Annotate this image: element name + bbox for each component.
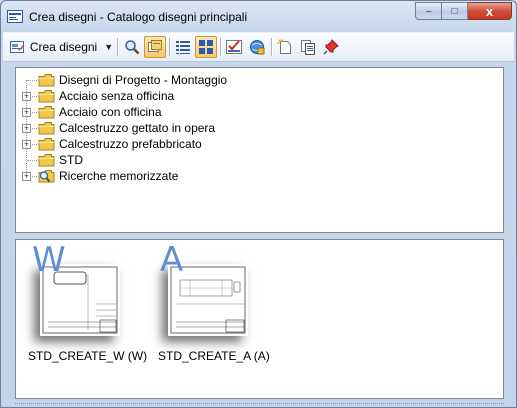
spellcheck-button[interactable] xyxy=(223,36,245,58)
search-icon xyxy=(124,39,140,55)
tree-item[interactable]: + Ricerche memorizzate xyxy=(16,168,496,184)
thumbnail-std-create-a[interactable]: A xyxy=(160,240,250,336)
folder-icon xyxy=(38,121,55,135)
expand-icon[interactable]: + xyxy=(22,140,31,149)
drawing-type-letter: A xyxy=(160,240,184,280)
thumbnail-label[interactable]: STD_CREATE_A (A) xyxy=(158,349,270,363)
expand-icon[interactable]: + xyxy=(22,92,31,101)
grid-view-button[interactable] xyxy=(195,36,217,58)
saved-search-icon xyxy=(38,169,55,183)
pin-button[interactable] xyxy=(320,36,342,58)
toolbar-separator xyxy=(220,38,221,56)
folder-icon xyxy=(38,105,55,119)
catalog-tree[interactable]: Disegni di Progetto - Montaggio + Acciaio … xyxy=(15,67,504,233)
tree-item[interactable]: Disegni di Progetto - Montaggio xyxy=(16,72,496,88)
toolbar-separator xyxy=(169,38,170,56)
window-title: Crea disegni - Catalogo disegni principa… xyxy=(29,10,248,24)
app-icon xyxy=(7,10,23,23)
folder-icon xyxy=(38,137,55,151)
list-view-icon xyxy=(175,39,191,55)
close-button[interactable]: x xyxy=(468,2,512,20)
expand-icon[interactable]: + xyxy=(22,124,31,133)
tree-item[interactable]: + Calcestruzzo gettato in opera xyxy=(16,120,496,136)
pin-icon xyxy=(323,39,339,55)
title-bar[interactable]: Crea disegni - Catalogo disegni principa… xyxy=(1,1,516,31)
list-view-button[interactable] xyxy=(172,36,194,58)
preview-icon xyxy=(147,39,163,55)
preview-button[interactable] xyxy=(144,36,166,58)
search-globe-button[interactable] xyxy=(246,36,268,58)
copy-drawing-icon xyxy=(300,39,316,55)
tree-item[interactable]: + Acciaio con officina xyxy=(16,104,496,120)
tree-connector xyxy=(27,160,37,161)
folder-icon xyxy=(38,89,55,103)
grid-view-icon xyxy=(198,39,214,55)
tree-item-label: Calcestruzzo prefabbricato xyxy=(59,137,202,151)
tree-item-label: Acciaio con officina xyxy=(59,105,162,119)
expand-icon[interactable]: + xyxy=(22,172,31,181)
tree-item-label: Acciaio senza officina xyxy=(59,89,175,103)
close-icon: x xyxy=(485,3,494,19)
toolbar-separator xyxy=(117,38,118,56)
tree-item[interactable]: + Acciaio senza officina xyxy=(16,88,496,104)
toolbar: Crea disegni ▼ xyxy=(3,32,514,62)
drawing-type-letter: W xyxy=(32,240,66,280)
tree-item[interactable]: + Calcestruzzo prefabbricato xyxy=(16,136,496,152)
thumbnail-std-create-w[interactable]: W xyxy=(32,240,122,336)
drawing-thumbnails-panel[interactable]: W STD_CREATE_W (W) A STD_CREATE_A (A) xyxy=(15,239,504,399)
thumbnail-label[interactable]: STD_CREATE_W (W) xyxy=(28,349,147,363)
expand-icon[interactable]: + xyxy=(22,108,31,117)
maximize-button[interactable]: □ xyxy=(442,2,468,20)
tree-item-label: Ricerche memorizzate xyxy=(59,169,179,183)
folder-icon xyxy=(38,153,55,167)
spellcheck-icon xyxy=(225,39,243,55)
tree-item-label: Disegni di Progetto - Montaggio xyxy=(59,73,228,87)
bottom-divider xyxy=(15,403,504,406)
tree-connector xyxy=(27,80,37,81)
minimize-icon: – xyxy=(425,5,432,17)
minimize-button[interactable]: – xyxy=(415,2,442,20)
crea-disegni-window: Crea disegni - Catalogo disegni principa… xyxy=(0,0,517,408)
search-globe-icon xyxy=(249,39,265,55)
copy-drawing-button[interactable] xyxy=(297,36,319,58)
chevron-down-icon[interactable]: ▼ xyxy=(104,42,113,52)
maximize-icon: □ xyxy=(451,5,458,17)
new-drawing-icon xyxy=(277,39,293,55)
toolbar-separator xyxy=(271,38,272,56)
tree-item-label: STD xyxy=(59,153,83,167)
folder-icon xyxy=(38,73,55,87)
tree-item[interactable]: STD xyxy=(16,152,496,168)
tree-item-label: Calcestruzzo gettato in opera xyxy=(59,121,216,135)
new-drawing-button[interactable] xyxy=(274,36,296,58)
create-drawings-label: Crea disegni xyxy=(29,40,98,54)
create-drawings-button[interactable]: Crea disegni ▼ xyxy=(7,36,115,58)
search-button[interactable] xyxy=(121,36,143,58)
create-drawings-icon xyxy=(9,39,25,55)
